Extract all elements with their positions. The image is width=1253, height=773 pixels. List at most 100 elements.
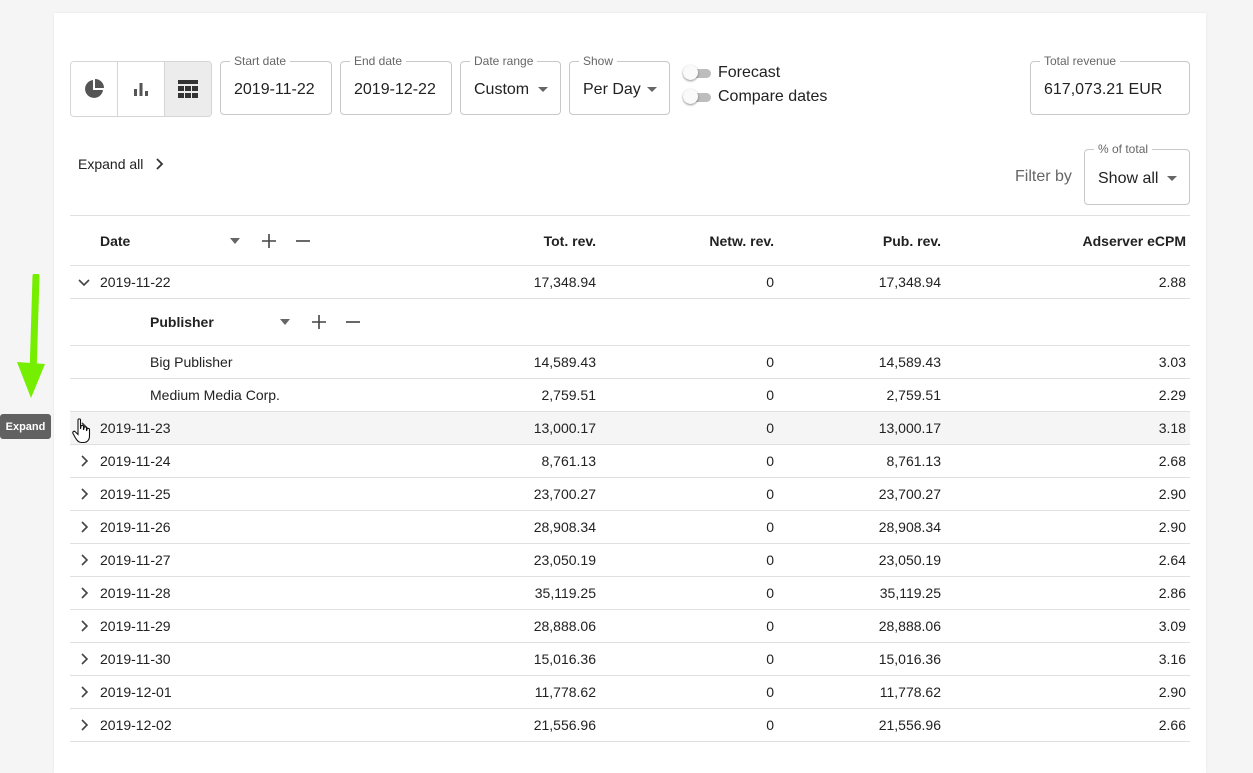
minus-icon[interactable] bbox=[292, 230, 314, 252]
row-ecpm: 2.64 bbox=[1158, 552, 1186, 568]
date-column-header[interactable]: Date bbox=[100, 216, 130, 265]
table-icon bbox=[178, 80, 198, 98]
row-tot-rev: 23,050.19 bbox=[533, 552, 596, 568]
table-row: 2019-11-27 23,050.19 0 23,050.19 2.64 bbox=[70, 544, 1190, 577]
date-range-select[interactable]: Date range Custom bbox=[460, 54, 561, 115]
end-date-field[interactable]: End date 2019-12-22 bbox=[340, 54, 452, 115]
forecast-toggle[interactable] bbox=[683, 65, 711, 81]
compare-dates-toggle[interactable] bbox=[683, 89, 711, 105]
row-date: 2019-12-01 bbox=[100, 684, 172, 700]
chevron-right-icon[interactable] bbox=[76, 717, 92, 733]
caret-down-icon bbox=[538, 87, 548, 92]
row-pub-rev: 21,556.96 bbox=[878, 717, 941, 733]
show-select[interactable]: Show Per Day bbox=[569, 54, 670, 115]
bar-chart-view-button[interactable] bbox=[118, 62, 165, 116]
row-tot-rev: 15,016.36 bbox=[533, 651, 596, 667]
table-header: Date Tot. rev. Netw. rev. Pub. rev. Adse… bbox=[70, 215, 1190, 266]
row-date: 2019-11-23 bbox=[100, 420, 171, 436]
expand-all-button[interactable]: Expand all bbox=[78, 156, 167, 172]
publisher-row: Medium Media Corp. 2,759.51 0 2,759.51 2… bbox=[70, 379, 1190, 412]
plus-icon[interactable] bbox=[308, 311, 330, 333]
row-pub-rev: 35,119.25 bbox=[879, 585, 941, 601]
minus-icon[interactable] bbox=[342, 311, 364, 333]
chevron-right-icon[interactable] bbox=[76, 519, 92, 535]
date-range-value: Custom bbox=[474, 81, 530, 98]
row-ecpm: 3.18 bbox=[1158, 420, 1186, 436]
publisher-column-header[interactable]: Publisher bbox=[150, 299, 214, 345]
row-date: 2019-12-02 bbox=[100, 717, 172, 733]
row-netw-rev: 0 bbox=[766, 618, 774, 634]
table-view-button[interactable] bbox=[165, 62, 211, 116]
tot-rev-column-header[interactable]: Tot. rev. bbox=[400, 216, 596, 265]
row-pub-rev: 8,761.13 bbox=[886, 453, 942, 469]
revenue-table: Date Tot. rev. Netw. rev. Pub. rev. Adse… bbox=[70, 215, 1190, 742]
row-ecpm: 2.29 bbox=[1158, 387, 1186, 403]
table-row: 2019-11-25 23,700.27 0 23,700.27 2.90 bbox=[70, 478, 1190, 511]
row-ecpm: 3.09 bbox=[1158, 618, 1186, 634]
row-pub-rev: 14,589.43 bbox=[878, 354, 941, 370]
caret-down-icon[interactable] bbox=[274, 311, 296, 333]
view-toggle-group bbox=[70, 61, 212, 117]
bar-chart-icon bbox=[134, 83, 148, 96]
row-tot-rev: 8,761.13 bbox=[541, 453, 597, 469]
date-rows: 2019-11-23 13,000.17 0 13,000.17 3.18 2019-11… bbox=[70, 412, 1190, 742]
caret-down-icon[interactable] bbox=[224, 230, 246, 252]
expand-tooltip: Expand bbox=[0, 414, 51, 439]
plus-icon[interactable] bbox=[258, 230, 280, 252]
start-date-field[interactable]: Start date 2019-11-22 bbox=[220, 54, 332, 115]
date-header-controls bbox=[224, 216, 326, 265]
publisher-header-controls bbox=[274, 299, 376, 345]
row-ecpm: 2.90 bbox=[1158, 486, 1186, 502]
row-ecpm: 2.86 bbox=[1158, 585, 1186, 601]
show-label: Show bbox=[579, 54, 618, 68]
row-tot-rev: 2,759.51 bbox=[541, 387, 597, 403]
table-row: 2019-11-26 28,908.34 0 28,908.34 2.90 bbox=[70, 511, 1190, 544]
chevron-right-icon[interactable] bbox=[76, 585, 92, 601]
publisher-name: Medium Media Corp. bbox=[150, 387, 280, 403]
pie-chart-view-button[interactable] bbox=[71, 62, 118, 116]
row-ecpm: 2.88 bbox=[1158, 274, 1186, 290]
row-tot-rev: 17,348.94 bbox=[533, 274, 596, 290]
chevron-right-icon[interactable] bbox=[76, 552, 92, 568]
end-date-label: End date bbox=[350, 54, 407, 68]
total-revenue-value: 617,073.21 EUR bbox=[1044, 81, 1163, 98]
row-pub-rev: 23,700.27 bbox=[878, 486, 941, 502]
table-row: 2019-11-30 15,016.36 0 15,016.36 3.16 bbox=[70, 643, 1190, 676]
arrow-down-icon bbox=[17, 274, 45, 398]
row-date: 2019-11-29 bbox=[100, 618, 171, 634]
publisher-row: Big Publisher 14,589.43 0 14,589.43 3.03 bbox=[70, 346, 1190, 379]
chevron-right-icon[interactable] bbox=[76, 651, 92, 667]
row-netw-rev: 0 bbox=[766, 717, 774, 733]
netw-rev-column-header[interactable]: Netw. rev. bbox=[600, 216, 774, 265]
chevron-right-icon[interactable] bbox=[76, 486, 92, 502]
row-netw-rev: 0 bbox=[766, 354, 774, 370]
total-revenue-field: Total revenue 617,073.21 EUR bbox=[1030, 54, 1190, 115]
row-date: 2019-11-22 bbox=[100, 274, 171, 290]
row-pub-rev: 13,000.17 bbox=[878, 420, 941, 436]
table-row: 2019-12-01 11,778.62 0 11,778.62 2.90 bbox=[70, 676, 1190, 709]
chevron-down-icon[interactable] bbox=[76, 274, 92, 290]
row-pub-rev: 28,908.34 bbox=[878, 519, 941, 535]
row-pub-rev: 28,888.06 bbox=[878, 618, 941, 634]
percent-of-total-select[interactable]: % of total Show all bbox=[1084, 142, 1190, 205]
pub-rev-column-header[interactable]: Pub. rev. bbox=[776, 216, 941, 265]
row-date: 2019-11-25 bbox=[100, 486, 171, 502]
row-date: 2019-11-24 bbox=[100, 453, 171, 469]
show-value: Per Day bbox=[583, 81, 641, 98]
row-pub-rev: 23,050.19 bbox=[878, 552, 941, 568]
chevron-right-icon bbox=[156, 158, 164, 170]
chevron-right-icon[interactable] bbox=[76, 453, 92, 469]
chevron-right-icon[interactable] bbox=[76, 618, 92, 634]
row-ecpm: 3.16 bbox=[1158, 651, 1186, 667]
hand-cursor-icon bbox=[72, 418, 91, 444]
start-date-label: Start date bbox=[230, 54, 291, 68]
row-pub-rev: 15,016.36 bbox=[878, 651, 941, 667]
start-date-value: 2019-11-22 bbox=[234, 81, 315, 98]
chevron-right-icon[interactable] bbox=[76, 684, 92, 700]
row-netw-rev: 0 bbox=[766, 420, 774, 436]
table-row: 2019-11-29 28,888.06 0 28,888.06 3.09 bbox=[70, 610, 1190, 643]
row-date: 2019-11-30 bbox=[100, 651, 171, 667]
row-netw-rev: 0 bbox=[766, 585, 774, 601]
row-ecpm: 2.68 bbox=[1158, 453, 1186, 469]
ecpm-column-header[interactable]: Adserver eCPM bbox=[950, 216, 1187, 265]
